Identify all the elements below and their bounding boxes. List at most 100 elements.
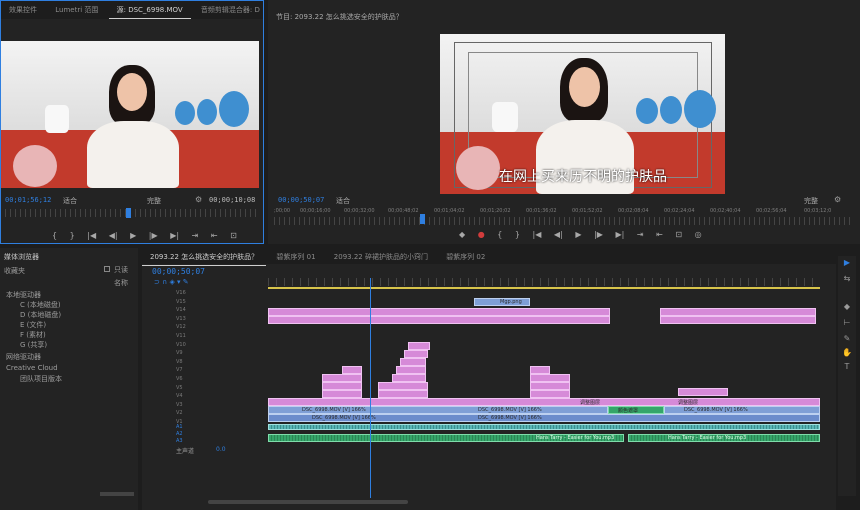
mark-out-button[interactable]: } xyxy=(70,231,75,240)
insert-button[interactable]: ⇥ xyxy=(192,231,199,240)
video-track-header[interactable]: V15 xyxy=(176,299,256,307)
lift-button[interactable]: ⇥ xyxy=(637,230,644,239)
program-timecode[interactable]: 00;00;50;07 xyxy=(278,196,324,204)
tab-lumetri[interactable]: Lumetri 范围 xyxy=(47,1,106,19)
graphic-clip[interactable] xyxy=(392,374,426,382)
folder-dropdown[interactable]: 收藏夹 xyxy=(4,266,25,276)
go-to-out-button[interactable]: ▶| xyxy=(615,230,624,239)
program-quality-dropdown[interactable]: 完整 xyxy=(804,196,818,206)
video-track-header[interactable]: V5 xyxy=(176,385,256,393)
video-track-header[interactable]: V4 xyxy=(176,393,256,401)
go-to-in-button[interactable]: |◀ xyxy=(87,231,96,240)
graphic-clip[interactable] xyxy=(530,374,570,382)
record-button[interactable]: ● xyxy=(478,230,485,239)
tab-sequence-3[interactable]: 2093.22 碎裙护肤品的小窍门 xyxy=(326,248,436,266)
video-track-header[interactable]: V11 xyxy=(176,333,256,341)
timeline-playhead[interactable] xyxy=(370,278,371,498)
export-frame-button[interactable]: ⊡ xyxy=(230,231,237,240)
master-volume[interactable]: 0.0 xyxy=(216,446,226,453)
graphic-clip[interactable] xyxy=(530,390,570,398)
extract-button[interactable]: ⇤ xyxy=(656,230,663,239)
graphic-clip[interactable] xyxy=(378,390,428,398)
graphic-clip[interactable] xyxy=(396,366,426,374)
step-forward-button[interactable]: |▶ xyxy=(594,230,603,239)
graphic-clip[interactable] xyxy=(322,382,362,390)
timeline-scrollbar[interactable] xyxy=(208,500,408,504)
tree-drive-g[interactable]: G (共享) xyxy=(20,340,47,350)
video-track-header[interactable]: V3 xyxy=(176,402,256,410)
tab-source[interactable]: 源: DSC_6998.MOV xyxy=(108,1,191,19)
track-select-tool-icon[interactable]: ⇆ xyxy=(842,274,852,284)
adjustment-layer-clip[interactable] xyxy=(268,398,820,406)
type-tool-icon[interactable]: T xyxy=(842,362,852,372)
graphic-clip[interactable] xyxy=(404,350,428,358)
program-fit-dropdown[interactable]: 适合 xyxy=(336,196,350,206)
program-playhead[interactable] xyxy=(420,214,425,224)
tree-local-drives[interactable]: 本地驱动器 xyxy=(6,290,41,300)
tree-network-drives[interactable]: 网络驱动器 xyxy=(6,352,41,362)
readonly-checkbox[interactable] xyxy=(104,266,110,272)
step-forward-button[interactable]: |▶ xyxy=(149,231,158,240)
graphic-clip[interactable] xyxy=(322,390,362,398)
tab-effect-controls[interactable]: 效果控件 xyxy=(1,1,45,19)
tab-audio-mixer[interactable]: 音频剪辑混合器: D xyxy=(193,1,263,19)
video-track-header[interactable]: V14 xyxy=(176,307,256,315)
export-frame-button[interactable]: ⊡ xyxy=(675,230,682,239)
tree-drive-c[interactable]: C (本地磁盘) xyxy=(20,300,61,310)
source-timecode-in[interactable]: 00;01;56;12 xyxy=(5,196,51,204)
timeline-timecode[interactable]: 00;00;50;07 xyxy=(152,267,205,276)
graphic-clip[interactable] xyxy=(268,308,610,316)
source-quality-dropdown[interactable]: 完整 xyxy=(147,196,161,206)
graphic-clip[interactable] xyxy=(530,366,550,374)
go-to-out-button[interactable]: ▶| xyxy=(170,231,179,240)
mark-in-button[interactable]: { xyxy=(52,231,57,240)
tab-sequence-4[interactable]: 碧紫序列 02 xyxy=(438,248,493,266)
graphic-clip[interactable] xyxy=(660,316,816,324)
tab-sequence-2[interactable]: 碧紫序列 01 xyxy=(268,248,323,266)
overwrite-button[interactable]: ⇤ xyxy=(211,231,218,240)
compare-button[interactable]: ◎ xyxy=(695,230,702,239)
tree-team-projects[interactable]: 团队项目版本 xyxy=(20,374,62,384)
wrench-icon[interactable]: ⚙ xyxy=(195,195,202,204)
tree-creative-cloud[interactable]: Creative Cloud xyxy=(6,364,58,372)
pen-tool-icon[interactable]: ✎ xyxy=(842,334,852,344)
graphic-clip[interactable] xyxy=(530,382,570,390)
graphic-clip[interactable] xyxy=(322,374,362,382)
tree-drive-d[interactable]: D (本地磁盘) xyxy=(20,310,61,320)
tab-sequence-1[interactable]: 2093.22 怎么挑选安全的护肤品？ xyxy=(142,248,267,266)
add-marker-button[interactable]: ◆ xyxy=(459,230,465,239)
name-column-header[interactable]: 名称 xyxy=(114,278,128,288)
audio-clip[interactable] xyxy=(268,424,820,430)
video-track-header[interactable]: V8 xyxy=(176,359,256,367)
program-scrub-bar[interactable] xyxy=(274,217,854,225)
graphic-clip[interactable] xyxy=(400,358,426,366)
ripple-edit-tool-icon[interactable]: ◆ xyxy=(842,302,852,312)
step-back-button[interactable]: ◀| xyxy=(109,231,118,240)
graphic-clip[interactable] xyxy=(378,382,428,390)
play-button[interactable]: ▶ xyxy=(575,230,581,239)
tree-drive-f[interactable]: F (素材) xyxy=(20,330,46,340)
mark-in-button[interactable]: { xyxy=(497,230,502,239)
video-track-header[interactable]: V16 xyxy=(176,290,256,298)
video-track-header[interactable]: V12 xyxy=(176,324,256,332)
graphic-clip[interactable] xyxy=(342,366,362,374)
source-fit-dropdown[interactable]: 适合 xyxy=(63,196,77,206)
hand-tool-icon[interactable]: ✋ xyxy=(842,348,852,358)
step-back-button[interactable]: ◀| xyxy=(554,230,563,239)
slip-tool-icon[interactable]: ⊢ xyxy=(842,318,852,328)
video-track-header[interactable]: V6 xyxy=(176,376,256,384)
go-to-in-button[interactable]: |◀ xyxy=(533,230,542,239)
source-playhead[interactable] xyxy=(126,208,131,218)
graphic-clip[interactable] xyxy=(660,308,816,316)
graphic-clip[interactable] xyxy=(678,388,728,396)
graphic-clip[interactable] xyxy=(408,342,430,350)
play-button[interactable]: ▶ xyxy=(130,231,136,240)
snap-icon[interactable]: ⊃ ∩ ◈ ▾ ✎ xyxy=(154,278,189,286)
graphic-clip[interactable] xyxy=(268,316,610,324)
video-track-header[interactable]: V13 xyxy=(176,316,256,324)
timeline-ruler[interactable] xyxy=(268,278,820,286)
video-track-header[interactable]: V2 xyxy=(176,410,256,418)
video-track-header[interactable]: V9 xyxy=(176,350,256,358)
video-track-header[interactable]: V10 xyxy=(176,342,256,350)
selection-tool-icon[interactable]: ▶ xyxy=(842,258,852,268)
